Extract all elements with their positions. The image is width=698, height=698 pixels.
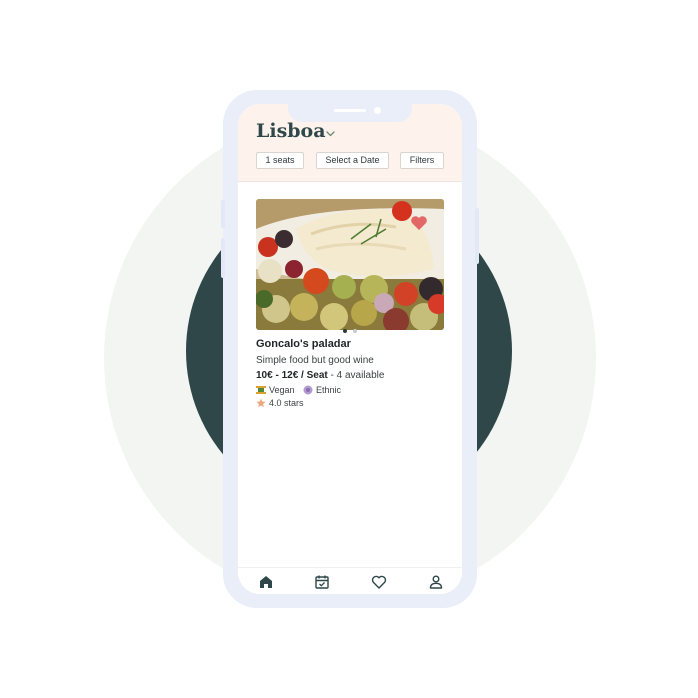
tag-ethnic-label: Ethnic [316, 384, 342, 395]
tab-profile[interactable] [428, 574, 444, 590]
tab-home[interactable] [258, 574, 274, 590]
chevron-down-icon[interactable] [326, 131, 335, 137]
carousel-dot-active[interactable] [343, 329, 347, 333]
seats-filter-button[interactable]: 1 seats [256, 152, 304, 169]
phone-screen: Lisboa 1 seats Select a Date Filters Gon… [238, 104, 462, 594]
carousel-dot[interactable] [353, 329, 357, 333]
bottom-tab-bar [238, 567, 462, 594]
tab-favorites[interactable] [371, 574, 387, 590]
profile-icon [429, 575, 443, 589]
home-icon [260, 576, 272, 588]
rating-label: 4.0 stars [269, 397, 304, 408]
listing-availability: - 4 available [327, 370, 385, 381]
calendar-icon [315, 575, 329, 589]
phone-side-button [221, 200, 225, 228]
phone-frame: Lisboa 1 seats Select a Date Filters Gon… [221, 90, 479, 608]
tab-calendar[interactable] [314, 574, 330, 590]
phone-volume-button [221, 238, 225, 278]
ethnic-icon [303, 385, 313, 395]
phone-notch [288, 104, 412, 122]
listing-price-line: 10€ - 12€ / Seat - 4 available [256, 370, 384, 381]
heart-icon [371, 575, 387, 589]
listing-price: 10€ - 12€ / Seat [256, 370, 328, 381]
vegan-icon [256, 385, 266, 394]
filters-button[interactable]: Filters [400, 152, 444, 169]
date-filter-button[interactable]: Select a Date [316, 152, 389, 169]
favorite-heart-icon[interactable] [410, 215, 428, 231]
listing-title[interactable]: Goncalo's paladar [256, 338, 351, 350]
listing-rating: 4.0 stars [256, 397, 310, 409]
carousel-indicator [342, 328, 360, 334]
star-icon [256, 398, 266, 407]
tag-vegan-label: Vegan [269, 384, 295, 395]
phone-speaker [334, 109, 366, 112]
listing-description: Simple food but good wine [256, 355, 374, 366]
city-title[interactable]: Lisboa [256, 120, 326, 142]
phone-camera [374, 107, 381, 114]
listing-tags: Vegan Ethnic [256, 384, 347, 396]
phone-power-button [475, 208, 479, 264]
